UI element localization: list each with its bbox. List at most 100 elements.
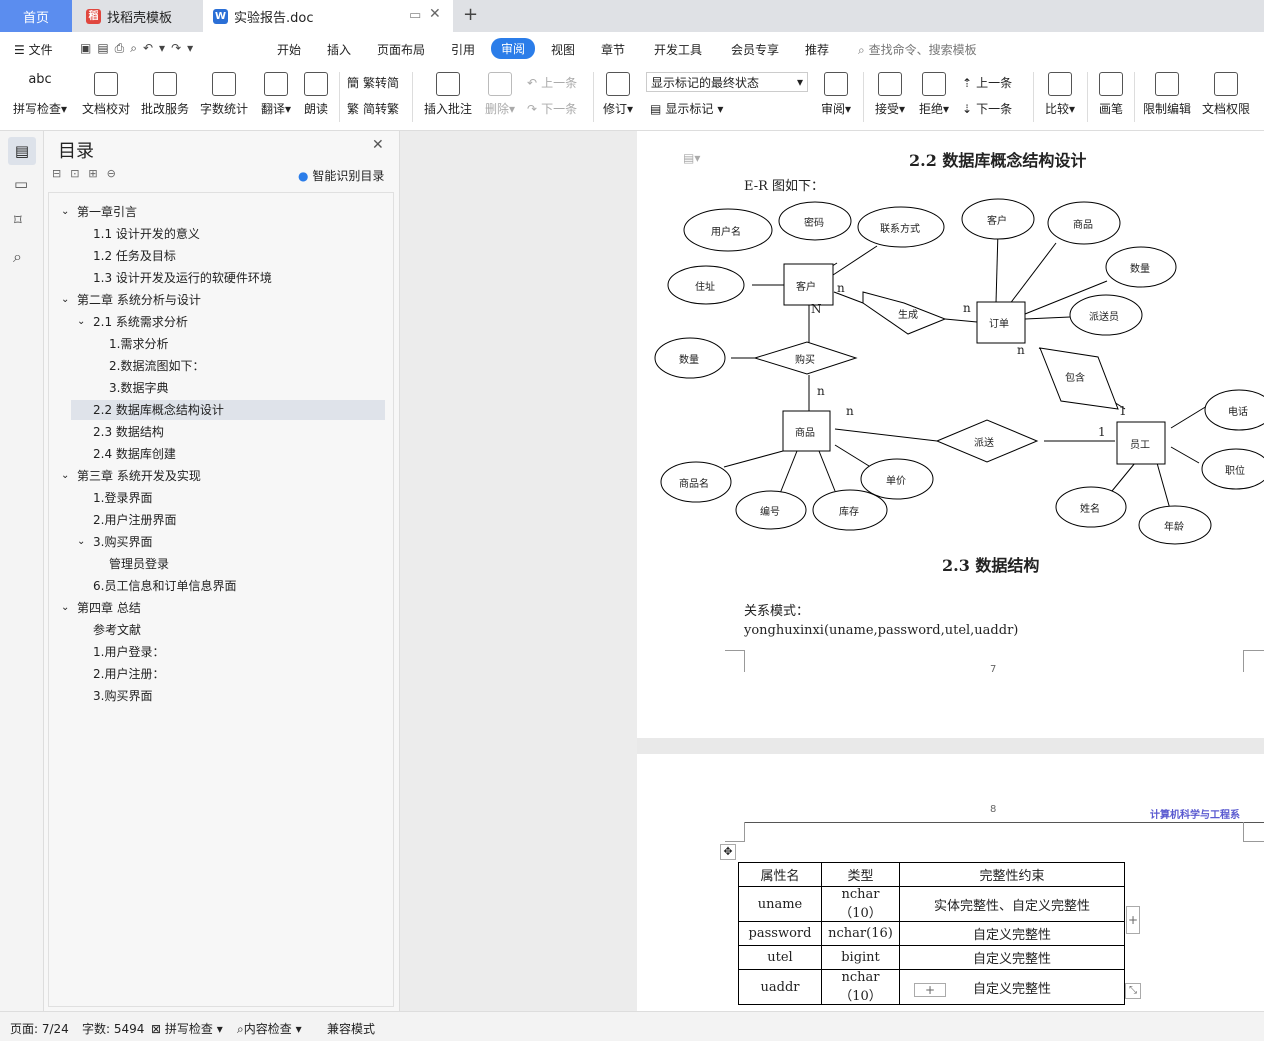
t2s-button[interactable]: 簡繁转简 xyxy=(347,74,399,91)
add-row-button[interactable]: + xyxy=(914,983,946,997)
menu-member[interactable]: 会员专享 xyxy=(731,41,779,58)
show-markup-button[interactable]: ▤ 显示标记 ▾ xyxy=(650,100,723,117)
toc-item-label: 6.员工信息和订单信息界面 xyxy=(93,579,237,593)
table-cell: uname xyxy=(738,886,822,922)
track-changes-button[interactable]: 修订▾ xyxy=(600,72,636,117)
pen-label: 画笔 xyxy=(1098,102,1123,116)
menu-section[interactable]: 章节 xyxy=(601,41,625,58)
toc-item[interactable]: ⌄ 第四章 总结 xyxy=(49,598,389,618)
read-aloud-button[interactable]: 朗读 xyxy=(300,72,332,117)
toc-item[interactable]: 1.登录界面 xyxy=(49,488,389,508)
menu-start[interactable]: 开始 xyxy=(277,41,301,58)
chevron-down-icon[interactable]: ⌄ xyxy=(61,202,69,222)
menu-insert[interactable]: 插入 xyxy=(327,41,351,58)
prev-comment-button[interactable]: ↶ 上一条 xyxy=(527,74,577,91)
delete-comment-button[interactable]: 删除▾ xyxy=(480,72,520,117)
compare-button[interactable]: 比较▾ xyxy=(1040,72,1080,117)
toc-item[interactable]: 1.需求分析 xyxy=(49,334,389,354)
tab-template[interactable]: 稻找稻壳模板 xyxy=(76,0,201,32)
toc-item[interactable]: 1.2 任务及目标 xyxy=(49,246,389,266)
show-markup-icon: ▤ xyxy=(650,101,662,116)
add-column-button[interactable]: + xyxy=(1126,906,1140,934)
quick-access-icons[interactable]: ▣▤⎙⌕↶▾↷▾ xyxy=(80,41,199,56)
close-icon[interactable]: ✕ xyxy=(372,137,384,153)
translate-button[interactable]: 翻译▾ xyxy=(256,72,296,117)
chevron-down-icon[interactable]: ⌄ xyxy=(61,466,69,486)
comment-plus-icon xyxy=(436,72,460,96)
toc-item[interactable]: 1.3 设计开发及运行的软硬件环境 xyxy=(49,268,389,288)
toc-item[interactable]: 3.数据字典 xyxy=(49,378,389,398)
batch-service-button[interactable]: 批改服务 xyxy=(139,72,191,117)
chevron-down-icon[interactable]: ⌄ xyxy=(77,312,85,332)
toc-item[interactable]: ⌄ 第一章引言 xyxy=(49,202,389,222)
toc-item[interactable]: 1.1 设计开发的意义 xyxy=(49,224,389,244)
tab-home[interactable]: 首页 xyxy=(0,0,72,32)
toc-item[interactable]: ⌄ 3.购买界面 xyxy=(49,532,389,552)
accept-button[interactable]: 接受▾ xyxy=(870,72,910,117)
toc-item[interactable]: 2.用户注册界面 xyxy=(49,510,389,530)
smart-toc-button[interactable]: ● 智能识别目录 xyxy=(298,167,384,184)
toc-panel-icon[interactable]: ▤ xyxy=(8,137,36,165)
word-count-indicator[interactable]: 字数: 5494 xyxy=(82,1020,144,1037)
menu-view[interactable]: 视图 xyxy=(551,41,575,58)
reject-button[interactable]: 拒绝▾ xyxy=(914,72,954,117)
tab-document[interactable]: W 实验报告.doc ▭ ✕ xyxy=(203,0,453,32)
toc-item[interactable]: ⌄ 第三章 系统开发及实现 xyxy=(49,466,389,486)
toc-item[interactable]: 2.4 数据库创建 xyxy=(49,444,389,464)
next-comment-button[interactable]: ↷ 下一条 xyxy=(527,100,577,117)
toc-item-label: 3.购买界面 xyxy=(93,689,153,703)
toc-item[interactable]: 2.2 数据库概念结构设计 xyxy=(71,400,385,420)
spell-check-button[interactable]: abc 拼写检查▾ xyxy=(10,72,70,117)
menu-recommend[interactable]: 推荐 xyxy=(805,41,829,58)
search-icon[interactable]: ⌕ xyxy=(13,247,22,267)
er-attribute: 数量 xyxy=(679,355,699,366)
restrict-edit-label: 限制编辑 xyxy=(1142,102,1191,116)
content-check-status[interactable]: ⌕内容检查 ▾ xyxy=(237,1020,302,1037)
toc-item[interactable]: 参考文献 xyxy=(49,620,389,640)
doc-rights-button[interactable]: 文档权限 xyxy=(1200,72,1252,117)
toc-level-controls[interactable]: ⊟⊡⊞⊖ xyxy=(52,167,125,180)
toc-item[interactable]: 2.数据流图如下： xyxy=(49,356,389,376)
spell-check-status[interactable]: ⊠ 拼写检查 ▾ xyxy=(151,1020,223,1037)
command-search[interactable]: ⌕ 查找命令、搜索模板 xyxy=(858,41,977,58)
menu-reference[interactable]: 引用 xyxy=(451,41,475,58)
nav-panel-icon[interactable]: ▭ xyxy=(14,175,28,193)
table-resize-icon[interactable]: ⤡ xyxy=(1125,983,1141,999)
menu-devtools[interactable]: 开发工具 xyxy=(654,41,702,58)
bookmark-icon[interactable]: ⌑ xyxy=(14,211,22,229)
menu-review[interactable]: 审阅 xyxy=(491,38,536,59)
doc-proof-button[interactable]: 文档校对 xyxy=(80,72,132,117)
prev-change-button[interactable]: ⇡ 上一条 xyxy=(962,74,1012,91)
er-attribute: 用户名 xyxy=(711,227,741,238)
toc-item[interactable]: 1.用户登录： xyxy=(49,642,389,662)
insert-comment-button[interactable]: 插入批注 xyxy=(420,72,476,117)
screen-icon[interactable]: ▭ xyxy=(409,8,421,23)
toc-item[interactable]: 管理员登录 xyxy=(49,554,389,574)
file-menu[interactable]: ☰ 文件 xyxy=(14,41,53,58)
er-attribute: 编号 xyxy=(760,507,780,518)
review-pane-button[interactable]: 审阅▾ xyxy=(816,72,856,117)
toc-item[interactable]: 3.购买界面 xyxy=(49,686,389,706)
chevron-down-icon[interactable]: ⌄ xyxy=(61,290,69,310)
new-tab-icon[interactable]: + xyxy=(463,4,478,25)
toc-item[interactable]: 6.员工信息和订单信息界面 xyxy=(49,576,389,596)
toc-item[interactable]: 2.用户注册： xyxy=(49,664,389,684)
toc-item[interactable]: 2.3 数据结构 xyxy=(49,422,389,442)
menu-layout[interactable]: 页面布局 xyxy=(377,41,425,58)
reject-icon xyxy=(922,72,946,96)
table-header-cell: 完整性约束 xyxy=(899,862,1125,887)
page-menu-icon[interactable]: ▤▾ xyxy=(683,151,700,165)
table-move-icon[interactable]: ✥ xyxy=(720,844,736,860)
toc-item[interactable]: ⌄ 第二章 系统分析与设计 xyxy=(49,290,389,310)
s2t-button[interactable]: 繁简转繁 xyxy=(347,100,399,117)
word-count-button[interactable]: 字数统计 xyxy=(198,72,250,117)
chevron-down-icon[interactable]: ⌄ xyxy=(61,598,69,618)
markup-state-select[interactable]: 显示标记的最终状态 ▾ xyxy=(646,72,808,92)
close-tab-icon[interactable]: ✕ xyxy=(429,6,441,22)
next-change-button[interactable]: ⇣ 下一条 xyxy=(962,100,1012,117)
chevron-down-icon[interactable]: ⌄ xyxy=(77,532,85,552)
page-indicator[interactable]: 页面: 7/24 xyxy=(10,1020,69,1037)
toc-item[interactable]: ⌄ 2.1 系统需求分析 xyxy=(49,312,389,332)
pen-button[interactable]: 画笔 xyxy=(1094,72,1128,117)
restrict-edit-button[interactable]: 限制编辑 xyxy=(1141,72,1193,117)
